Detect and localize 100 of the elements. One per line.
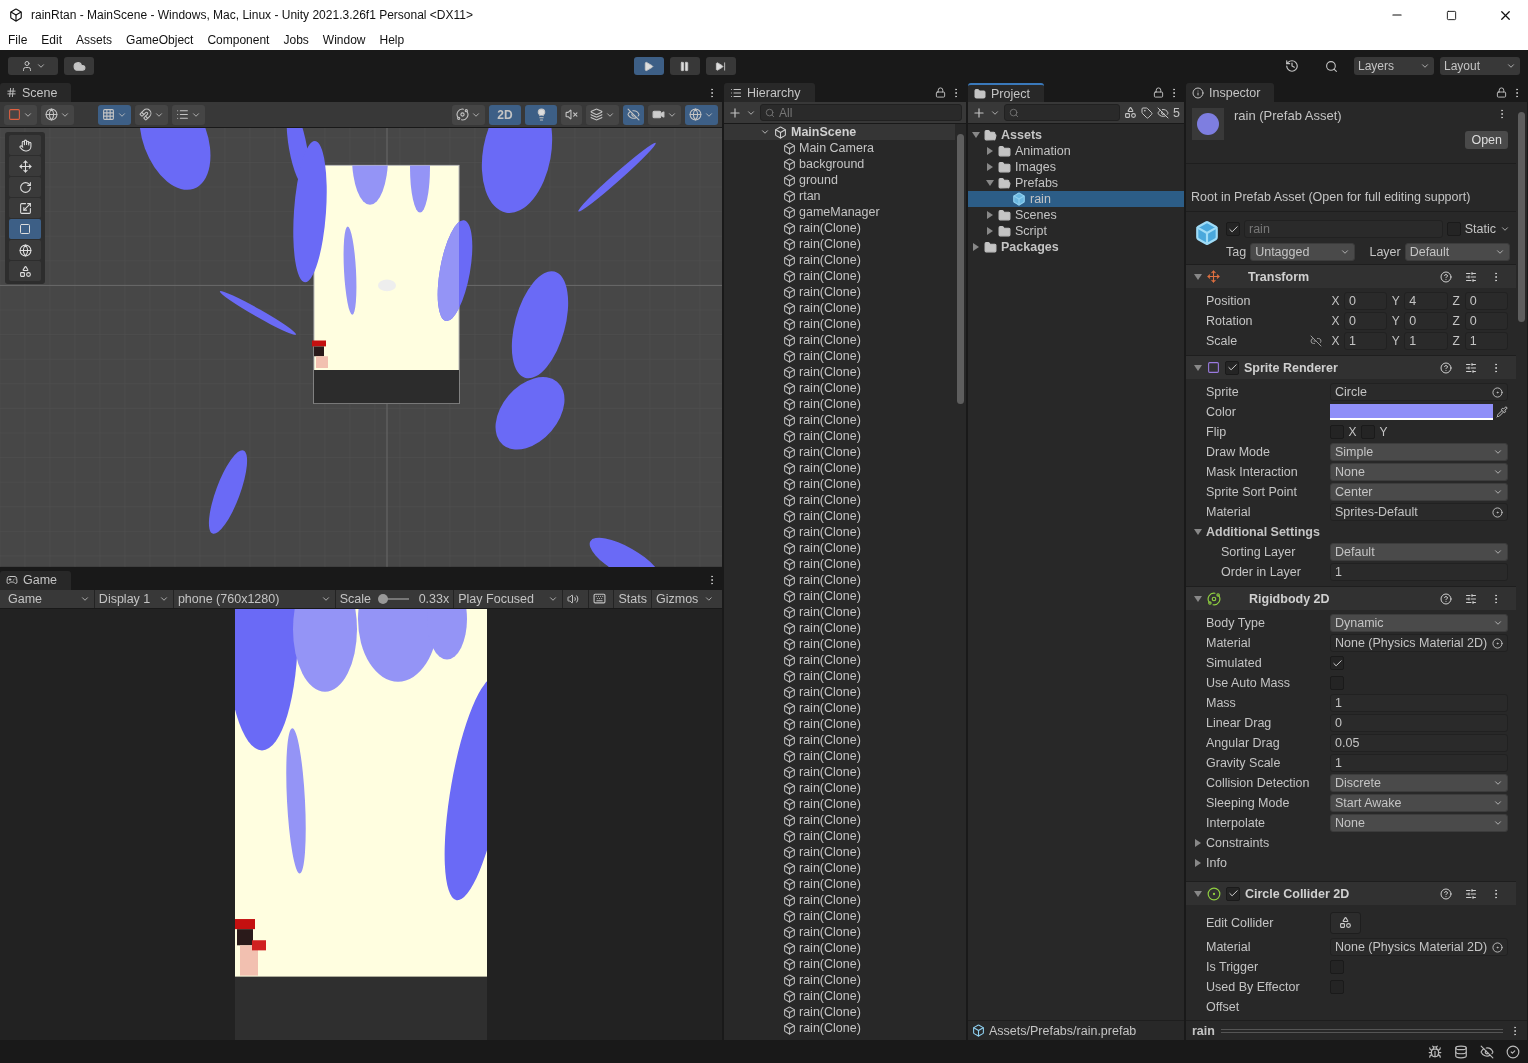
- settings-icon[interactable]: [1465, 887, 1477, 900]
- menu-item[interactable]: Component: [200, 33, 277, 47]
- project-item[interactable]: Assets: [968, 127, 1184, 143]
- hierarchy-item[interactable]: rain(Clone): [724, 412, 955, 428]
- hierarchy-item[interactable]: rain(Clone): [724, 716, 955, 732]
- hierarchy-item[interactable]: rain(Clone): [724, 588, 955, 604]
- expanded-arrow-icon[interactable]: [1194, 363, 1202, 372]
- hierarchy-item[interactable]: rain(Clone): [724, 780, 955, 796]
- menu-item[interactable]: Edit: [34, 33, 70, 47]
- effects-button[interactable]: [586, 104, 619, 125]
- hierarchy-item[interactable]: rain(Clone): [724, 396, 955, 412]
- account-button[interactable]: [8, 57, 58, 75]
- hierarchy-item[interactable]: rain(Clone): [724, 572, 955, 588]
- active-checkbox[interactable]: [1226, 222, 1240, 236]
- help-icon[interactable]: [1440, 270, 1452, 283]
- shapes-icon[interactable]: [1124, 106, 1138, 119]
- display-dropdown[interactable]: Display 1: [94, 589, 174, 608]
- project-item[interactable]: rain: [968, 191, 1184, 207]
- gizmos-button[interactable]: [685, 104, 718, 125]
- hierarchy-item[interactable]: rain(Clone): [724, 956, 955, 972]
- tag-dropdown[interactable]: Untagged: [1250, 243, 1356, 261]
- project-item[interactable]: Prefabs: [968, 175, 1184, 191]
- edit-collider-button[interactable]: [1330, 911, 1361, 934]
- play-mode-dropdown[interactable]: Play Focused: [454, 589, 563, 608]
- slider-thumb[interactable]: [378, 593, 389, 604]
- number-field[interactable]: 1: [1330, 563, 1508, 581]
- inspector-tab[interactable]: Inspector: [1186, 83, 1275, 102]
- dropdown[interactable]: Simple: [1330, 443, 1508, 461]
- hierarchy-tab[interactable]: Hierarchy: [724, 83, 815, 102]
- dropdown[interactable]: None: [1330, 814, 1508, 832]
- foldout-label[interactable]: Additional Settings: [1206, 525, 1320, 539]
- help-icon[interactable]: [1440, 887, 1452, 900]
- hierarchy-item[interactable]: rain(Clone): [724, 844, 955, 860]
- hierarchy-item[interactable]: rain(Clone): [724, 972, 955, 988]
- project-item[interactable]: Images: [968, 159, 1184, 175]
- expanded-arrow-icon[interactable]: [1194, 594, 1202, 603]
- menu-item[interactable]: File: [1, 33, 35, 47]
- hierarchy-item[interactable]: ground: [724, 172, 955, 188]
- hierarchy-item[interactable]: rain(Clone): [724, 284, 955, 300]
- tag-icon[interactable]: [1141, 106, 1154, 119]
- dropdown[interactable]: Dynamic: [1330, 614, 1508, 632]
- hierarchy-item[interactable]: rain(Clone): [724, 940, 955, 956]
- number-field[interactable]: 0: [1344, 292, 1388, 310]
- lighting-toggle[interactable]: [525, 104, 557, 125]
- menu-item[interactable]: Help: [372, 33, 412, 47]
- number-field[interactable]: 1: [1344, 332, 1388, 350]
- hierarchy-item[interactable]: rain(Clone): [724, 876, 955, 892]
- number-field[interactable]: 0: [1344, 312, 1388, 330]
- hierarchy-item[interactable]: rain(Clone): [724, 620, 955, 636]
- hierarchy-item[interactable]: rain(Clone): [724, 988, 955, 1004]
- visibility-toggle[interactable]: [623, 104, 644, 125]
- hierarchy-item[interactable]: rain(Clone): [724, 924, 955, 940]
- hierarchy-item[interactable]: rain(Clone): [724, 508, 955, 524]
- hierarchy-item[interactable]: rain(Clone): [724, 460, 955, 476]
- hierarchy-item[interactable]: rain(Clone): [724, 476, 955, 492]
- step-button[interactable]: [705, 57, 736, 75]
- hierarchy-item[interactable]: rain(Clone): [724, 684, 955, 700]
- play-button[interactable]: [633, 57, 664, 75]
- number-field[interactable]: 0: [1464, 312, 1508, 330]
- enabled-checkbox[interactable]: [1225, 360, 1239, 375]
- unlinked-icon[interactable]: [1310, 335, 1322, 347]
- add-icon[interactable]: [972, 105, 986, 120]
- number-field[interactable]: 0: [1404, 312, 1448, 330]
- dropdown[interactable]: None: [1330, 463, 1508, 481]
- hierarchy-item[interactable]: rtan: [724, 188, 955, 204]
- hierarchy-item[interactable]: rain(Clone): [724, 524, 955, 540]
- hierarchy-item[interactable]: rain(Clone): [724, 908, 955, 924]
- check-circle-icon[interactable]: [1506, 1044, 1520, 1059]
- custom-tool[interactable]: [9, 261, 41, 281]
- hierarchy-item[interactable]: rain(Clone): [724, 540, 955, 556]
- checkbox[interactable]: [1330, 656, 1344, 670]
- expanded-arrow-icon[interactable]: [1194, 272, 1202, 281]
- project-tab[interactable]: Project: [968, 83, 1044, 102]
- object-field[interactable]: Circle: [1330, 383, 1508, 401]
- stats-button[interactable]: Stats: [614, 589, 652, 608]
- hierarchy-item[interactable]: rain(Clone): [724, 492, 955, 508]
- collapsed-arrow-icon[interactable]: [986, 227, 994, 235]
- help-icon[interactable]: [1440, 592, 1452, 605]
- object-field[interactable]: None (Physics Material 2D): [1330, 938, 1508, 956]
- number-field[interactable]: 1: [1330, 694, 1508, 712]
- collapsed-arrow-icon[interactable]: [986, 147, 994, 155]
- audio-toggle[interactable]: [561, 104, 582, 125]
- hierarchy-item[interactable]: gameManager: [724, 204, 955, 220]
- view-dropdown[interactable]: Game: [4, 589, 95, 608]
- number-field[interactable]: 0.05: [1330, 734, 1508, 752]
- expanded-arrow-icon[interactable]: [1194, 889, 1202, 898]
- scale-slider[interactable]: Scale 0.33x: [335, 589, 455, 608]
- hidden-icon[interactable]: [1480, 1044, 1494, 1059]
- hierarchy-item[interactable]: rain(Clone): [724, 428, 955, 444]
- number-field[interactable]: 4: [1404, 292, 1448, 310]
- hierarchy-item[interactable]: rain(Clone): [724, 668, 955, 684]
- collapsed-arrow-icon[interactable]: [972, 243, 980, 251]
- color-field[interactable]: [1330, 404, 1493, 420]
- hierarchy-item[interactable]: rain(Clone): [724, 300, 955, 316]
- component-title[interactable]: Circle Collider 2D: [1245, 886, 1350, 901]
- collapsed-arrow-icon[interactable]: [1194, 859, 1202, 867]
- project-item[interactable]: Scenes: [968, 207, 1184, 223]
- lock-icon[interactable]: [935, 87, 946, 98]
- collapsed-arrow-icon[interactable]: [1194, 839, 1202, 847]
- hierarchy-item[interactable]: rain(Clone): [724, 796, 955, 812]
